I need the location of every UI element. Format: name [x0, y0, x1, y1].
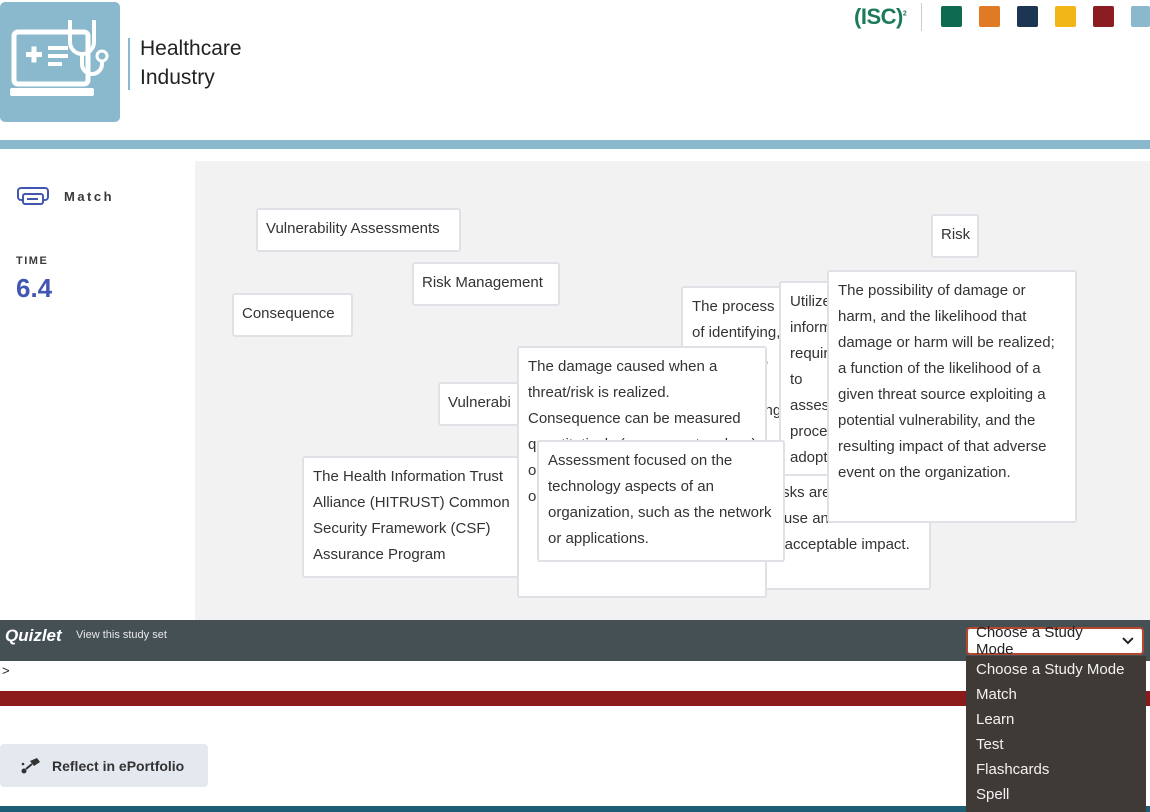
match-mode-label: Match: [64, 188, 115, 204]
match-card-vulnerability[interactable]: Vulnerabi: [438, 382, 528, 426]
match-card-risk-definition[interactable]: The possibility of damage or harm, and t…: [827, 270, 1077, 523]
chevron-down-icon: [1122, 637, 1134, 645]
study-mode-dropdown: Choose a Study Mode Match Learn Test Fla…: [966, 656, 1146, 812]
reflect-eportfolio-button[interactable]: Reflect in ePortfolio: [0, 744, 208, 787]
study-mode-option[interactable]: Choose a Study Mode: [966, 657, 1146, 682]
header-rule: [0, 140, 1150, 149]
quizlet-logo[interactable]: Quizlet: [5, 626, 62, 646]
match-sidebar: [0, 161, 195, 620]
stray-text: >: [2, 663, 10, 678]
match-mode-header: Match: [16, 185, 114, 207]
study-mode-option-spell[interactable]: Spell: [966, 782, 1146, 807]
color-swatch-blue[interactable]: [1131, 6, 1150, 27]
match-card-hitrust[interactable]: The Health Information Trust Alliance (H…: [302, 456, 530, 578]
page-root: Healthcare Industry (ISC)2 Match TIME 6.…: [0, 0, 1150, 812]
reflect-eportfolio-label: Reflect in ePortfolio: [52, 757, 185, 774]
site-title-line1: Healthcare: [140, 37, 242, 60]
match-card-assessment-definition[interactable]: Assessment focused on the technology asp…: [537, 440, 785, 562]
site-title-line2: Industry: [140, 66, 215, 89]
study-mode-select-value: Choose a Study Mode: [976, 624, 1083, 658]
time-label: TIME: [16, 255, 49, 267]
match-icon: [17, 187, 49, 205]
view-study-set-link[interactable]: View this study set: [76, 629, 167, 641]
time-value: 6.4: [16, 273, 53, 303]
match-card-risk-management[interactable]: Risk Management: [412, 262, 560, 306]
match-card-consequence[interactable]: Consequence: [232, 293, 353, 337]
color-swatch-orange[interactable]: [979, 6, 1000, 27]
isc2-logo-text: (ISC): [854, 4, 903, 29]
study-mode-option-learn[interactable]: Learn: [966, 707, 1146, 732]
isc2-logo-sup: 2: [902, 10, 907, 18]
brand-divider: [128, 38, 130, 90]
match-card-risk[interactable]: Risk: [931, 214, 979, 258]
medical-laptop-icon: [10, 20, 109, 96]
study-mode-select[interactable]: Choose a Study Mode: [966, 624, 1144, 658]
logo-divider: [921, 3, 922, 31]
color-swatch-yellow[interactable]: [1055, 6, 1076, 27]
site-title[interactable]: Healthcare Industry: [140, 34, 242, 92]
isc2-logo[interactable]: (ISC)2: [854, 4, 907, 30]
color-swatch-green[interactable]: [941, 6, 962, 27]
match-card-vulnerability-assessments[interactable]: Vulnerability Assessments: [256, 208, 461, 252]
color-swatch-red[interactable]: [1093, 6, 1114, 27]
healthcare-logo[interactable]: [0, 2, 120, 122]
eportfolio-icon: [21, 757, 40, 773]
color-swatch-navy[interactable]: [1017, 6, 1038, 27]
study-mode-option-flashcards[interactable]: Flashcards: [966, 757, 1146, 782]
study-mode-option-match[interactable]: Match: [966, 682, 1146, 707]
study-mode-option-test[interactable]: Test: [966, 732, 1146, 757]
